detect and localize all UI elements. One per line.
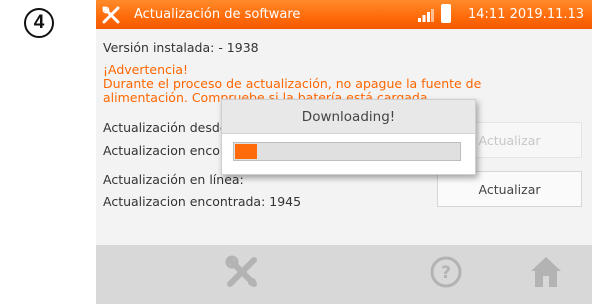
step-number: 4 — [33, 12, 45, 33]
title-bar: Actualización de software 14:11 2019.11.… — [96, 0, 592, 29]
step-number-badge: 4 — [24, 8, 54, 38]
online-update-button[interactable]: Actualizar — [437, 171, 582, 207]
device-screen: Actualización de software 14:11 2019.11.… — [96, 0, 592, 304]
svg-text:?: ? — [441, 263, 451, 283]
help-icon[interactable]: ? — [430, 256, 462, 288]
warning-title: ¡Advertencia! — [103, 62, 189, 77]
warning-text-line1: Durante el proceso de actualización, no … — [103, 76, 482, 91]
tools-icon[interactable] — [224, 254, 260, 290]
downloading-dialog: Downloading! — [221, 99, 476, 175]
installed-version: Versión instalada: - 1938 — [103, 40, 259, 55]
signal-icon — [418, 9, 434, 22]
progress-bar-fill — [235, 144, 257, 159]
footer-bar: ? — [96, 245, 592, 304]
online-update-found: Actualizacion encontrada: 1945 — [103, 194, 302, 209]
home-icon[interactable] — [528, 254, 564, 290]
clock: 14:11 2019.11.13 — [468, 7, 585, 22]
dialog-title: Downloading! — [222, 100, 475, 134]
battery-icon — [441, 4, 451, 23]
progress-bar — [233, 142, 461, 161]
tools-icon — [102, 6, 120, 24]
window-title: Actualización de software — [134, 7, 301, 22]
